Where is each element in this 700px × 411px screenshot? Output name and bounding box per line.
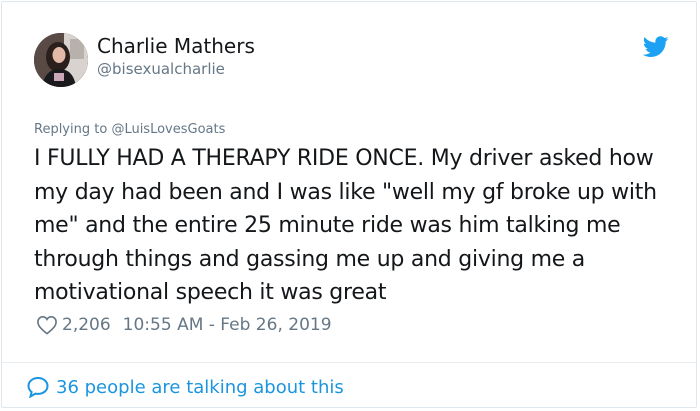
tweet-meta: 2,206 10:55 AM - Feb 26, 2019 [36, 314, 332, 336]
tweet-card: Charlie Mathers @bisexualcharlie Replyin… [1, 1, 697, 408]
avatar[interactable] [34, 33, 88, 87]
timestamp[interactable]: 10:55 AM - Feb 26, 2019 [123, 315, 332, 335]
like-count[interactable]: 2,206 [62, 315, 111, 335]
author-handle[interactable]: @bisexualcharlie [97, 60, 225, 78]
conversation-link[interactable]: 36 people are talking about this [26, 374, 344, 400]
profile-photo-icon [34, 33, 88, 87]
divider [2, 362, 696, 363]
heart-icon[interactable] [36, 315, 58, 335]
replying-prefix: Replying to [34, 122, 108, 137]
tweet-text: I FULLY HAD A THERAPY RIDE ONCE. My driv… [34, 146, 657, 305]
speech-bubble-icon [27, 376, 49, 398]
author-name[interactable]: Charlie Mathers [97, 34, 255, 58]
conversation-text: 36 people are talking about this [56, 376, 344, 398]
reply-mention-link[interactable]: @LuisLovesGoats [111, 122, 225, 137]
twitter-bird-icon[interactable] [643, 36, 669, 58]
replying-to: Replying to @LuisLovesGoats [34, 122, 225, 137]
